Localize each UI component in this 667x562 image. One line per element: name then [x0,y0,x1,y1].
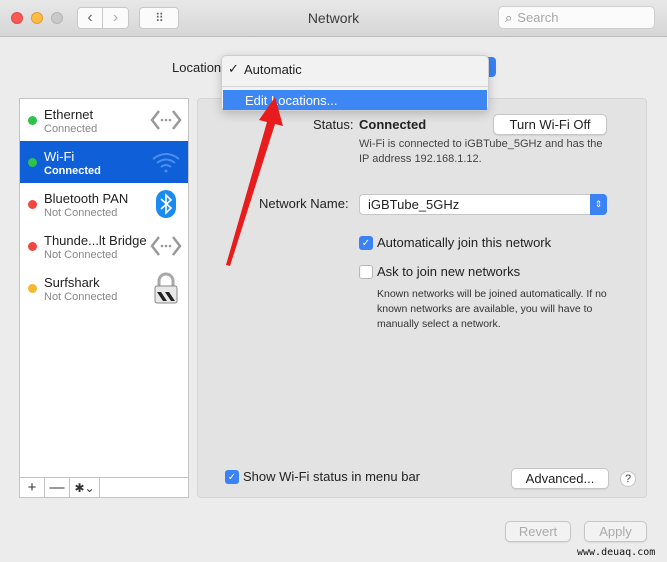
search-field[interactable]: ⌕ Search [498,6,655,29]
service-item-wifi[interactable]: Wi-Fi Connected [20,141,188,183]
service-list: Ethernet Connected Wi-Fi Connected Bluet… [19,98,189,498]
action-menu-button[interactable]: ✱⌄ [70,478,100,497]
checkmark-icon: ✓ [227,471,237,483]
checkmark-icon: ✓ [228,61,239,76]
help-button[interactable]: ? [620,471,636,487]
ask-join-description: Known networks will be joined automatica… [377,288,607,330]
service-status: Not Connected [44,291,118,303]
search-icon: ⌕ [505,9,513,25]
menu-item-automatic[interactable]: ✓ Automatic [222,59,488,79]
menu-item-edit-locations[interactable]: Edit Locations... [223,90,487,110]
location-label: Location [172,60,222,75]
service-name: Ethernet [44,107,94,122]
auto-join-checkbox[interactable]: ✓ [359,236,373,250]
service-status: Not Connected [44,249,118,261]
remove-service-button[interactable]: — [45,478,70,497]
service-status: Connected [44,123,98,135]
ask-join-checkbox[interactable] [359,265,373,279]
status-label: Status: [313,117,354,132]
service-list-toolbar: + — ✱⌄ [20,477,188,497]
service-name: Bluetooth PAN [44,191,129,206]
service-name: Surfshark [44,275,100,290]
service-name: Wi-Fi [44,149,75,164]
status-value: Connected [359,117,427,132]
wifi-icon [150,147,182,177]
menu-item-label: Edit Locations... [245,92,338,108]
vpn-lock-icon [150,272,182,304]
status-dot [28,242,37,251]
minus-icon: — [49,479,65,496]
network-name-value: iGBTube_5GHz [368,197,460,212]
service-status: Not Connected [44,207,118,219]
advanced-button[interactable]: Advanced... [511,468,609,489]
status-dot [28,200,37,209]
service-item-thunderbolt-bridge[interactable]: Thunde...lt Bridge Not Connected [20,225,188,267]
revert-button[interactable]: Revert [505,521,571,542]
chevron-updown-icon: ⇕ [590,194,607,215]
status-description: Wi-Fi is connected to iGBTube_5GHz and h… [359,138,603,165]
status-dot [28,158,37,167]
menu-separator [222,86,488,87]
auto-join-label[interactable]: Automatically join this network [377,235,551,250]
service-item-ethernet[interactable]: Ethernet Connected [20,99,188,141]
add-service-button[interactable]: + [20,478,45,497]
thunderbolt-bridge-icon [150,231,182,261]
bluetooth-icon [150,189,182,219]
search-placeholder: Search [517,10,559,25]
network-name-label: Network Name: [259,196,349,211]
show-wifi-status-checkbox[interactable]: ✓ [225,470,239,484]
gear-icon: ✱⌄ [74,480,95,495]
status-dot [28,284,37,293]
network-name-select[interactable]: iGBTube_5GHz ⇕ [359,194,607,215]
turn-wifi-off-button[interactable]: Turn Wi-Fi Off [493,114,607,135]
service-name: Thunde...lt Bridge [44,233,147,248]
plus-icon: + [27,479,37,496]
location-menu: ✓ Automatic Edit Locations... [221,55,489,111]
help-icon: ? [624,473,632,485]
title-bar: ‹ › ⠿ Network ⌕ Search [0,0,667,37]
apply-button[interactable]: Apply [584,521,647,542]
checkmark-icon: ✓ [361,237,371,249]
service-item-surfshark[interactable]: Surfshark Not Connected [20,267,188,309]
watermark: www.deuaq.com [577,547,656,558]
status-dot [28,116,37,125]
ethernet-icon [150,105,182,135]
ask-join-label[interactable]: Ask to join new networks [377,264,520,279]
detail-panel: Status: Connected Wi-Fi is connected to … [197,98,647,498]
menu-item-label: Automatic [244,61,302,77]
show-wifi-status-label[interactable]: Show Wi-Fi status in menu bar [243,469,420,484]
service-item-bluetooth-pan[interactable]: Bluetooth PAN Not Connected [20,183,188,225]
service-status: Connected [44,165,101,177]
